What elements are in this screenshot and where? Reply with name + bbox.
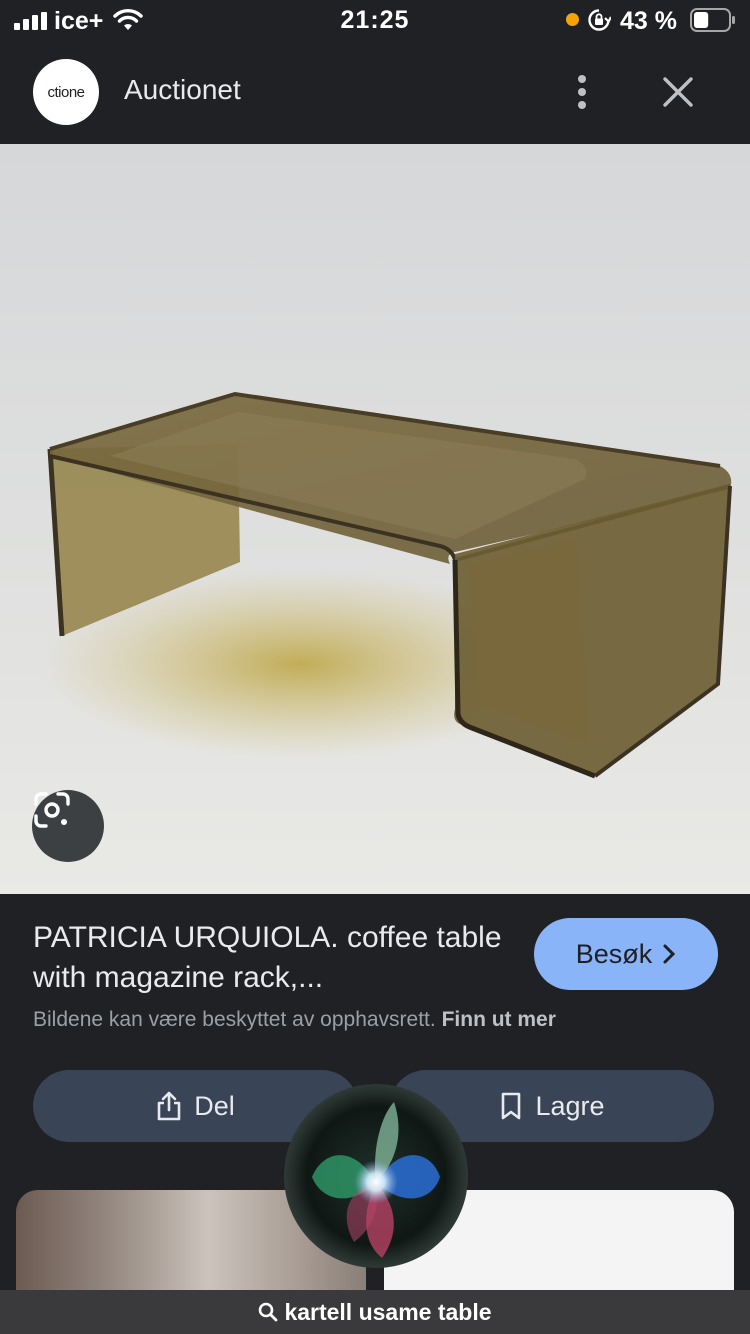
lens-icon bbox=[34, 792, 70, 828]
more-vert-icon[interactable] bbox=[566, 72, 598, 112]
search-icon bbox=[259, 1302, 278, 1322]
save-label: Lagre bbox=[535, 1090, 605, 1121]
site-name[interactable]: Auctionet bbox=[124, 74, 241, 106]
status-bar: ice+ 21:25 43 % bbox=[0, 0, 750, 44]
copyright-notice: Bildene kan være beskyttet av opphavsret… bbox=[33, 1008, 556, 1032]
learn-more-link[interactable]: Finn ut mer bbox=[442, 1008, 556, 1031]
chevron-right-icon bbox=[663, 944, 676, 964]
site-logo[interactable]: ctione bbox=[33, 59, 99, 125]
siri-orb-icon[interactable] bbox=[282, 1082, 470, 1270]
result-title[interactable]: PATRICIA URQUIOLA. coffee table with mag… bbox=[33, 918, 503, 998]
close-icon[interactable] bbox=[660, 74, 696, 110]
coffee-table-photo bbox=[0, 144, 750, 894]
visit-label: Besøk bbox=[575, 938, 653, 969]
battery-percent: 43 % bbox=[620, 7, 677, 35]
mic-in-use-indicator bbox=[566, 13, 579, 26]
battery-icon bbox=[690, 8, 735, 32]
product-image[interactable] bbox=[0, 144, 750, 894]
copyright-text: Bildene kan være beskyttet av opphavsret… bbox=[33, 1008, 436, 1031]
share-label: Del bbox=[194, 1090, 235, 1121]
lens-button[interactable] bbox=[32, 790, 104, 862]
app-header: ctione Auctionet bbox=[0, 44, 750, 144]
share-icon bbox=[157, 1091, 181, 1121]
bookmark-icon bbox=[502, 1092, 521, 1120]
visit-button[interactable]: Besøk bbox=[534, 918, 718, 990]
search-bar[interactable]: kartell usame table bbox=[0, 1290, 750, 1334]
search-query: kartell usame table bbox=[284, 1298, 492, 1325]
rotation-lock-icon bbox=[588, 9, 611, 31]
